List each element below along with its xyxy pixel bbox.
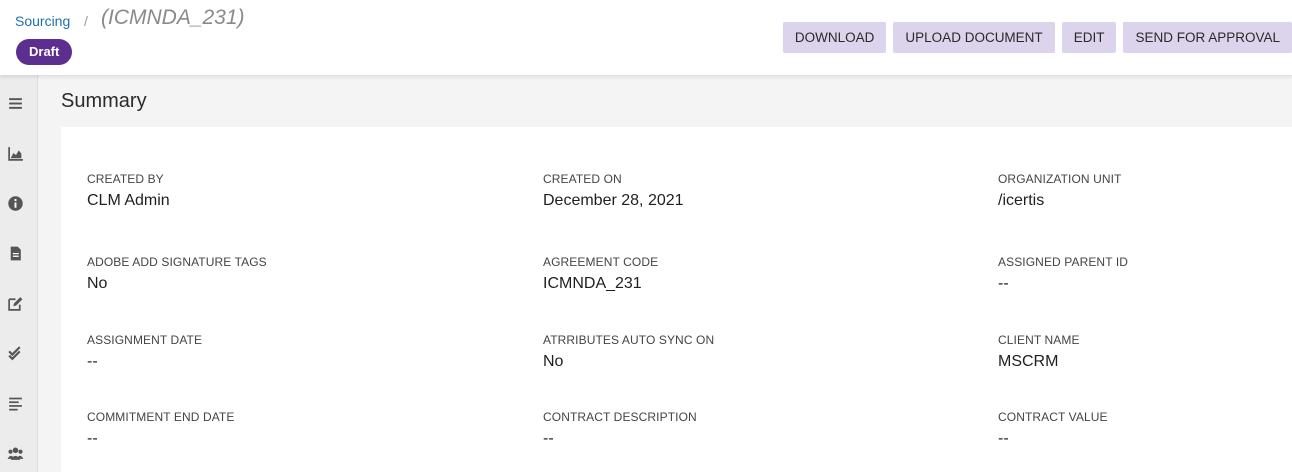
download-button[interactable]: DOWNLOAD bbox=[782, 22, 887, 53]
field-contract-value: CONTRACT VALUE -- bbox=[998, 410, 1108, 448]
section-title-summary: Summary bbox=[61, 90, 147, 112]
field-created-on: CREATED ON December 28, 2021 bbox=[543, 172, 684, 210]
field-contract-description: CONTRACT DESCRIPTION -- bbox=[543, 410, 697, 448]
field-value: -- bbox=[87, 353, 98, 370]
people-icon[interactable] bbox=[7, 445, 24, 462]
edit-button[interactable]: EDIT bbox=[1061, 22, 1117, 53]
field-organization-unit: ORGANIZATION UNIT /icertis bbox=[998, 172, 1121, 210]
info-icon[interactable] bbox=[7, 195, 24, 212]
document-icon[interactable] bbox=[7, 245, 24, 262]
field-value: ICMNDA_231 bbox=[543, 275, 642, 292]
edit-icon[interactable] bbox=[7, 295, 24, 312]
summary-card: CREATED BY CLM Admin CREATED ON December… bbox=[61, 127, 1292, 472]
field-agreement-code: AGREEMENT CODE ICMNDA_231 bbox=[543, 255, 658, 293]
field-label: ATRRIBUTES AUTO SYNC ON bbox=[543, 333, 715, 347]
field-label: ASSIGNMENT DATE bbox=[87, 333, 203, 347]
field-adobe-add-signature-tags: ADOBE ADD SIGNATURE TAGS No bbox=[87, 255, 267, 293]
field-label: CREATED ON bbox=[543, 172, 622, 186]
page-header: Sourcing / (ICMNDA_231) Draft DOWNLOAD U… bbox=[0, 0, 1292, 75]
field-value: December 28, 2021 bbox=[543, 192, 684, 209]
field-label: CREATED BY bbox=[87, 172, 164, 186]
field-value: /icertis bbox=[998, 192, 1045, 209]
field-label: COMMITMENT END DATE bbox=[87, 410, 235, 424]
action-toolbar: DOWNLOAD UPLOAD DOCUMENT EDIT SEND FOR A… bbox=[782, 22, 1292, 53]
field-value: -- bbox=[543, 430, 554, 447]
list-icon[interactable] bbox=[7, 395, 24, 412]
field-label: CONTRACT DESCRIPTION bbox=[543, 410, 697, 424]
upload-document-button[interactable]: UPLOAD DOCUMENT bbox=[893, 22, 1055, 53]
breadcrumb-sourcing-link[interactable]: Sourcing bbox=[15, 13, 70, 29]
field-label: AGREEMENT CODE bbox=[543, 255, 659, 269]
page-title: (ICMNDA_231) bbox=[101, 6, 245, 29]
send-for-approval-button[interactable]: SEND FOR APPROVAL bbox=[1123, 22, 1292, 53]
field-value: -- bbox=[87, 430, 98, 447]
field-label: ASSIGNED PARENT ID bbox=[998, 255, 1129, 269]
field-label: CLIENT NAME bbox=[998, 333, 1080, 347]
field-assigned-parent-id: ASSIGNED PARENT ID -- bbox=[998, 255, 1128, 293]
field-client-name: CLIENT NAME MSCRM bbox=[998, 333, 1080, 371]
field-label: ADOBE ADD SIGNATURE TAGS bbox=[87, 255, 267, 269]
field-label: ORGANIZATION UNIT bbox=[998, 172, 1122, 186]
field-attributes-auto-sync-on: ATRRIBUTES AUTO SYNC ON No bbox=[543, 333, 714, 371]
field-value: No bbox=[87, 275, 108, 292]
field-value: CLM Admin bbox=[87, 192, 170, 209]
approve-icon[interactable] bbox=[7, 345, 24, 362]
chart-icon[interactable] bbox=[7, 145, 24, 162]
field-created-by: CREATED BY CLM Admin bbox=[87, 172, 170, 210]
field-label: CONTRACT VALUE bbox=[998, 410, 1108, 424]
field-assignment-date: ASSIGNMENT DATE -- bbox=[87, 333, 202, 371]
field-commitment-end-date: COMMITMENT END DATE -- bbox=[87, 410, 234, 448]
field-value: -- bbox=[998, 275, 1009, 292]
field-value: -- bbox=[998, 430, 1009, 447]
menu-icon[interactable] bbox=[7, 95, 24, 112]
sidebar bbox=[0, 75, 38, 472]
breadcrumb-separator: / bbox=[84, 13, 88, 29]
status-badge: Draft bbox=[16, 39, 73, 65]
field-value: No bbox=[543, 353, 564, 370]
field-value: MSCRM bbox=[998, 353, 1059, 370]
